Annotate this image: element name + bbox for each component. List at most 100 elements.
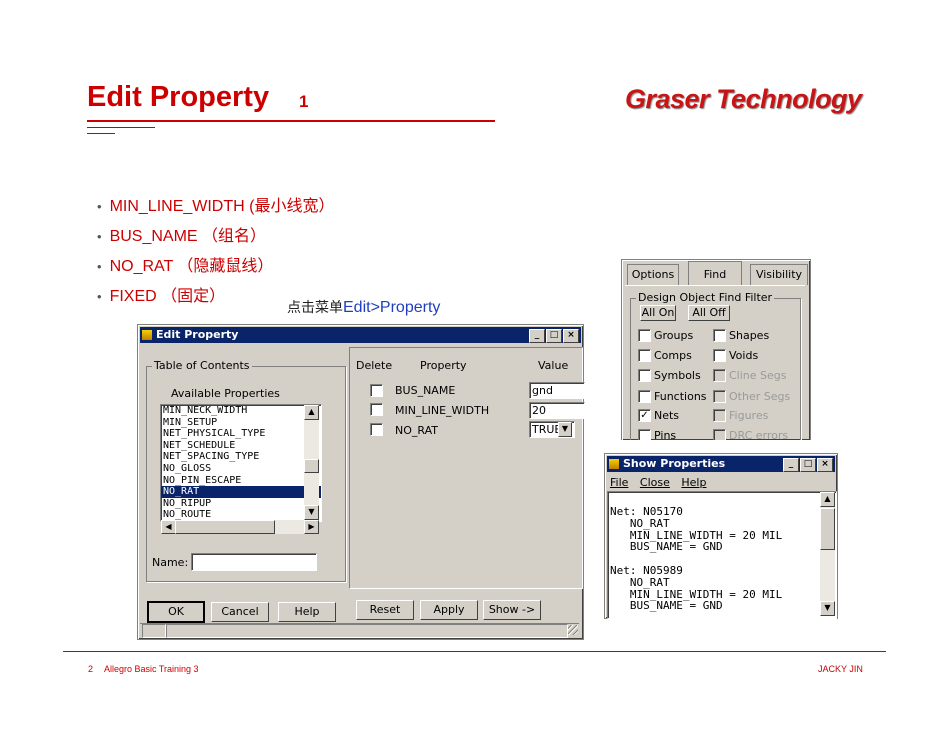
footer-author: JACKY JIN: [818, 664, 863, 674]
filter-checkbox[interactable]: [638, 369, 651, 382]
resize-grip[interactable]: [568, 625, 578, 635]
name-input[interactable]: [191, 553, 317, 571]
minimize-button[interactable]: _: [783, 458, 799, 472]
filter-checkbox[interactable]: [638, 429, 651, 440]
reset-button[interactable]: Reset: [356, 600, 414, 620]
list-item[interactable]: MIN_NECK_WIDTH: [161, 405, 321, 417]
footer-course: Allegro Basic Training 3: [104, 664, 199, 674]
list-item[interactable]: NO_RAT: [161, 486, 321, 498]
show-button[interactable]: Show ->: [483, 600, 541, 620]
all-on-button[interactable]: All On: [640, 305, 676, 321]
maximize-button[interactable]: □: [546, 329, 562, 343]
title-underline-short: [87, 127, 155, 128]
filter-label: Comps: [654, 349, 692, 362]
scroll-thumb[interactable]: [304, 459, 319, 473]
list-item[interactable]: MIN_SETUP: [161, 417, 321, 429]
menu-close[interactable]: Close: [640, 476, 670, 489]
scroll-right-button[interactable]: ▶: [304, 520, 319, 534]
tab-visibility[interactable]: Visibility: [750, 264, 808, 285]
property-text-line: NO_RAT: [610, 516, 670, 530]
property-value-input[interactable]: gnd: [529, 382, 585, 399]
show-properties-window: Show Properties _ □ × File Close Help Ne…: [604, 453, 838, 619]
status-pane: [166, 624, 568, 638]
property-text-line: Net: N05989: [610, 563, 683, 577]
scroll-up-button[interactable]: ▲: [820, 492, 835, 507]
list-item[interactable]: NO_PIN_ESCAPE: [161, 475, 321, 487]
bullet-item: • BUS_NAME （组名）: [97, 228, 267, 245]
text-scrollbar[interactable]: ▲ ▼: [820, 492, 835, 616]
list-scrollbar[interactable]: ▲ ▼: [304, 405, 319, 520]
filter-label: DRC errors: [729, 429, 789, 440]
filter-label: Design Object Find Filter: [636, 291, 775, 304]
list-hscrollbar[interactable]: ◀ ▶: [161, 520, 319, 534]
tab-find[interactable]: Find: [688, 261, 742, 286]
filter-checkbox: [713, 390, 726, 403]
tab-options[interactable]: Options: [627, 264, 679, 285]
close-button[interactable]: ×: [817, 458, 833, 472]
list-item[interactable]: NET_PHYSICAL_TYPE: [161, 428, 321, 440]
title-underline-short-2: [87, 133, 115, 134]
maximize-button[interactable]: □: [800, 458, 816, 472]
property-text-line: BUS_NAME = GND: [610, 540, 723, 554]
filter-checkbox[interactable]: ✓: [638, 409, 651, 422]
bullet-item: • MIN_LINE_WIDTH (最小线宽）: [97, 198, 335, 215]
properties-text-area[interactable]: Net: N05170 NO_RAT MIN_LINE_WIDTH = 20 M…: [607, 491, 837, 619]
scroll-down-button[interactable]: ▼: [820, 601, 835, 616]
menu-file[interactable]: File: [610, 476, 628, 489]
footer-rule: [63, 651, 886, 652]
property-text-line: BUS_NAME = GND: [610, 599, 723, 613]
filter-checkbox[interactable]: [638, 349, 651, 362]
property-name: MIN_LINE_WIDTH: [395, 404, 490, 417]
list-item[interactable]: NET_SCHEDULE: [161, 440, 321, 452]
ok-button[interactable]: OK: [147, 601, 205, 623]
apply-button[interactable]: Apply: [420, 600, 478, 620]
delete-checkbox[interactable]: [370, 423, 383, 436]
app-icon: [609, 459, 619, 469]
list-item[interactable]: NO_RIPUP: [161, 498, 321, 510]
close-button[interactable]: ×: [563, 329, 579, 343]
find-panel: Options Find Visibility Design Object Fi…: [621, 259, 811, 440]
status-pane: [142, 624, 166, 638]
menu-help[interactable]: Help: [681, 476, 706, 489]
property-value-input[interactable]: 20: [529, 402, 585, 419]
delete-checkbox[interactable]: [370, 403, 383, 416]
cancel-button[interactable]: Cancel: [211, 602, 269, 622]
list-item[interactable]: NO_GLOSS: [161, 463, 321, 475]
list-item[interactable]: NET_SPACING_TYPE: [161, 451, 321, 463]
property-text-line: NO_RAT: [610, 575, 670, 589]
filter-label: Voids: [729, 349, 759, 362]
filter-checkbox[interactable]: [713, 349, 726, 362]
col-property: Property: [420, 359, 467, 372]
filter-label: Functions: [654, 390, 707, 403]
show-properties-titlebar[interactable]: Show Properties _ □ ×: [607, 456, 835, 472]
properties-list[interactable]: MIN_NECK_WIDTH MIN_SETUP NET_PHYSICAL_TYPE…: [160, 404, 322, 522]
filter-checkbox[interactable]: [638, 329, 651, 342]
name-label: Name:: [152, 556, 189, 569]
scroll-up-button[interactable]: ▲: [304, 405, 319, 420]
filter-label: Other Segs: [729, 390, 791, 403]
chevron-down-icon[interactable]: ▼: [558, 422, 572, 437]
toc-label: Table of Contents: [152, 359, 252, 372]
all-off-button[interactable]: All Off: [688, 305, 730, 321]
help-button[interactable]: Help: [278, 602, 336, 622]
menu-bar: File Close Help: [610, 476, 706, 489]
title-underline: [87, 120, 495, 122]
filter-checkbox[interactable]: [713, 329, 726, 342]
hscroll-thumb[interactable]: [175, 520, 275, 534]
bullet-item: • FIXED （固定）: [97, 288, 226, 305]
scroll-left-button[interactable]: ◀: [161, 520, 176, 534]
property-name: NO_RAT: [395, 424, 438, 437]
dialog-titlebar[interactable]: Edit Property _ □ ×: [140, 327, 581, 343]
scroll-thumb[interactable]: [820, 508, 835, 550]
scroll-down-button[interactable]: ▼: [304, 505, 319, 520]
slide-title-number: 1: [299, 92, 309, 111]
filter-label: Pins: [654, 429, 677, 440]
tab-divider: [625, 285, 805, 286]
minimize-button[interactable]: _: [529, 329, 545, 343]
delete-checkbox[interactable]: [370, 384, 383, 397]
filter-label: Nets: [654, 409, 680, 422]
edit-property-dialog: Edit Property _ □ × Table of Contents Av…: [137, 324, 585, 640]
filter-label: Groups: [654, 329, 694, 342]
filter-checkbox[interactable]: [638, 390, 651, 403]
footer-page-number: 2: [88, 664, 94, 674]
